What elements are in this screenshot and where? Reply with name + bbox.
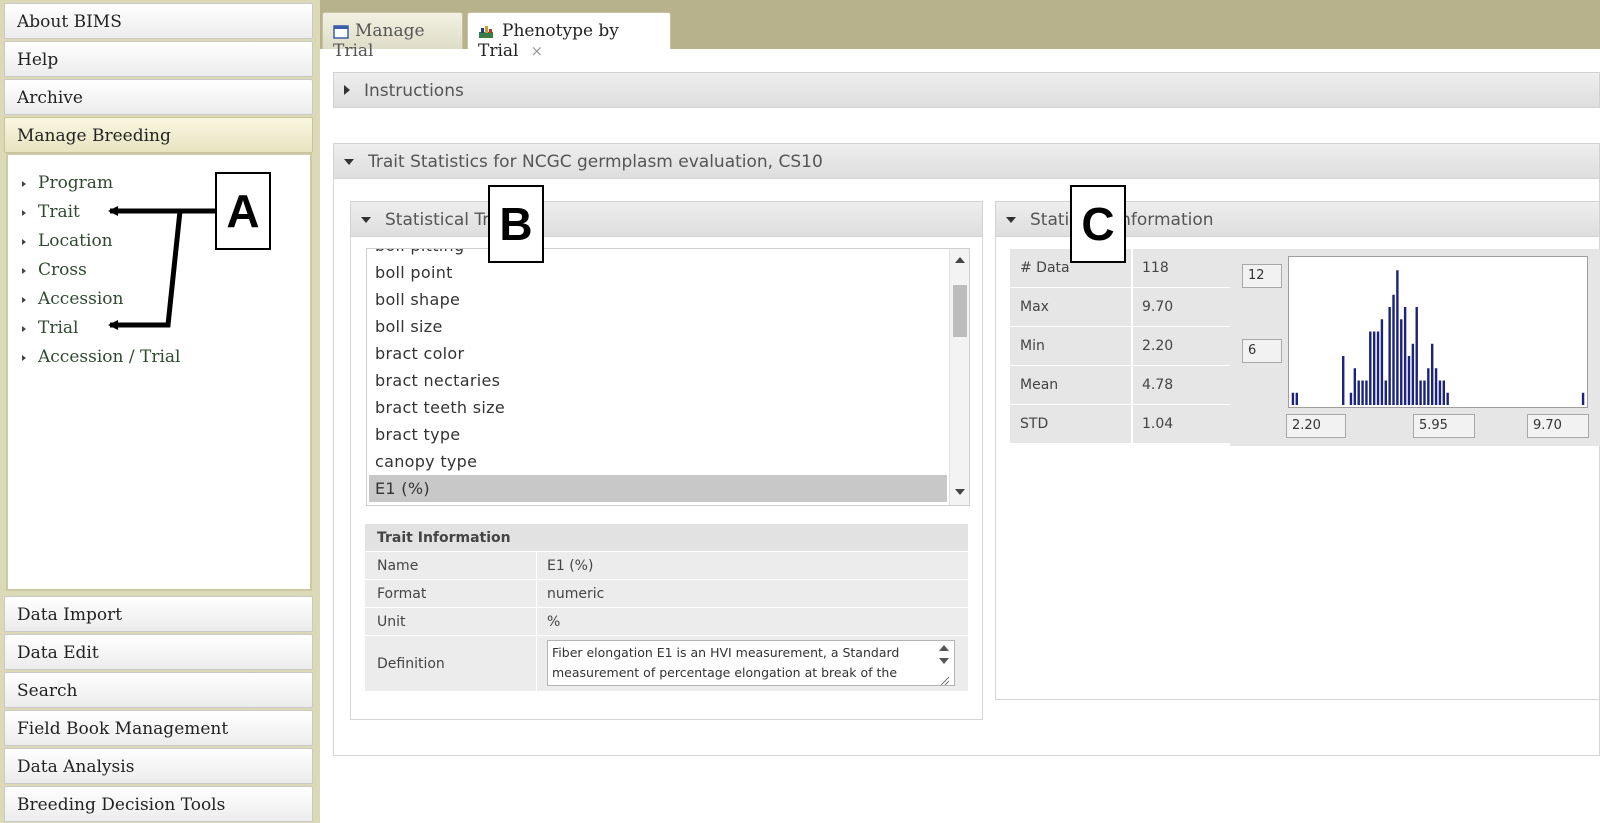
arrow-to-trial [108,208,215,330]
callout-label-c: C [1070,185,1126,263]
callout-label-a: A [215,172,271,250]
callout-label-b: B [488,185,544,263]
callout-arrows [108,206,215,330]
